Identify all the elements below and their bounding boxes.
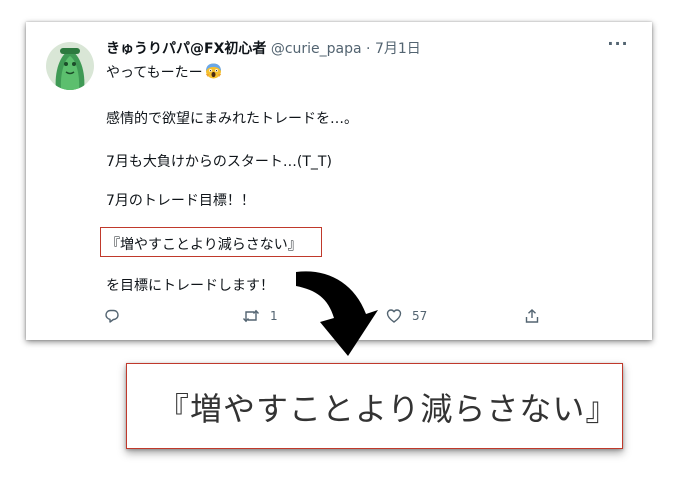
- reply-button[interactable]: [104, 305, 120, 327]
- avatar[interactable]: [46, 42, 94, 90]
- share-icon: [524, 308, 540, 324]
- separator-dot: ·: [366, 41, 371, 57]
- tweet-line-1: やってもーたー: [106, 62, 222, 82]
- curved-arrow-down-icon: [296, 271, 378, 356]
- retweet-count: 1: [270, 309, 278, 323]
- face-screaming-in-fear-icon: [205, 63, 222, 79]
- tweet-text-1: やってもーたー: [106, 65, 203, 81]
- tweet-text-6: を目標にトレードします！: [106, 278, 274, 294]
- tweet-text-3: 7月も大負けからのスタート…(T_T): [106, 154, 332, 170]
- share-button[interactable]: [524, 305, 540, 327]
- like-count: 57: [412, 309, 428, 323]
- more-options-icon[interactable]: ···: [606, 34, 630, 54]
- callout-text: 『増やすことより減らさない』: [157, 390, 619, 428]
- zoom-callout: 『増やすことより減らさない』: [126, 363, 623, 449]
- retweet-icon: [242, 308, 260, 324]
- reply-icon: [104, 308, 120, 324]
- highlight-box: [100, 227, 322, 257]
- retweet-button[interactable]: 1: [242, 305, 278, 327]
- tweet-date[interactable]: 7月1日: [375, 41, 421, 57]
- tweet-text-4: 7月のトレード目標！！: [106, 193, 255, 209]
- tweet-header: きゅうりパパ@FX初心者 @curie_papa · 7月1日: [106, 38, 421, 58]
- tweet-text-2: 感情的で欲望にまみれたトレードを…。: [106, 111, 358, 127]
- display-name[interactable]: きゅうりパパ@FX初心者: [106, 41, 266, 57]
- user-handle[interactable]: @curie_papa: [271, 41, 362, 57]
